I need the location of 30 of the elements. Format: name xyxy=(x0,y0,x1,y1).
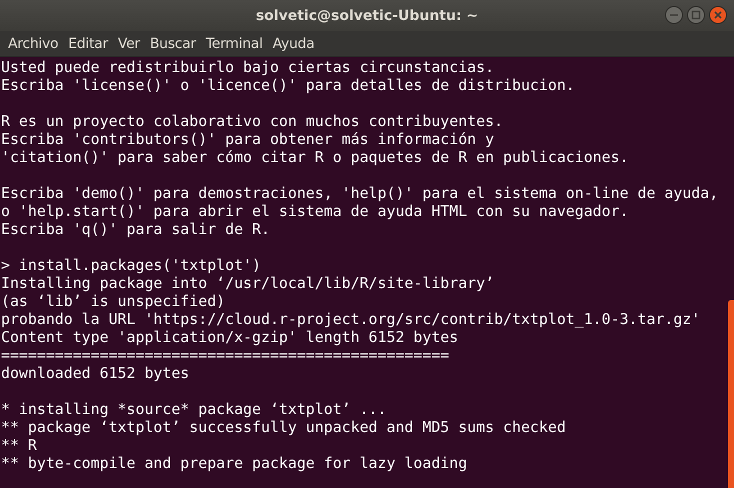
terminal-line: Escriba 'q()' para salir de R. xyxy=(1,220,271,238)
terminal-line: ** package ‘txtplot’ successfully unpacked and MD5 sums checked xyxy=(1,418,567,436)
maximize-button[interactable] xyxy=(687,6,705,24)
menu-item[interactable]: Buscar xyxy=(144,36,201,52)
terminal-line: Escriba 'contributors()' para obtener más información y xyxy=(1,130,496,148)
terminal-line: R es un proyecto colaborativo con muchos contribuyentes. xyxy=(1,112,504,130)
terminal-line: Installing package into ‘/usr/local/lib/R/site-library’ xyxy=(1,274,496,292)
menu-item[interactable]: Ver xyxy=(112,36,145,52)
minimize-button[interactable] xyxy=(665,6,683,24)
close-button[interactable] xyxy=(709,6,727,24)
terminal-line: downloaded 6152 bytes xyxy=(1,364,190,382)
menu-item[interactable]: Terminal xyxy=(200,36,268,52)
terminal-line: Usted puede redistribuirlo bajo ciertas circunstancias. xyxy=(1,58,496,76)
terminal-line: ** R xyxy=(1,436,38,454)
menu-item[interactable]: Ayuda xyxy=(268,36,320,52)
terminal-line: Escriba 'demo()' para demostraciones, 'help()' para el sistema on-line de ayuda, xyxy=(1,184,720,202)
terminal-line: 'citation()' para saber cómo citar R o paquetes de R en publicaciones. xyxy=(1,148,630,166)
terminal-line: ================================================== xyxy=(1,346,450,364)
menu-item[interactable]: Editar xyxy=(63,36,113,52)
terminal-line: probando la URL 'https://cloud.r-project.org/src/contrib/txtplot_1.0-3.tar.gz' xyxy=(1,310,702,328)
terminal-line: > install.packages('txtplot') xyxy=(1,256,262,274)
terminal-line: Escriba 'license()' o 'licence()' para detalles de distribucion. xyxy=(1,76,576,94)
menu-item[interactable]: Archivo xyxy=(3,36,64,52)
terminal-line: o 'help.start()' para abrir el sistema de ayuda HTML con su navegador. xyxy=(1,202,630,220)
window-title: solvetic@solvetic-Ubuntu: ~ xyxy=(256,8,478,24)
terminal-line: ** byte-compile and prepare package for lazy loading xyxy=(1,454,468,472)
terminal-line: (as ‘lib’ is unspecified) xyxy=(1,292,226,310)
terminal-line: * installing *source* package ‘txtplot’ ... xyxy=(1,400,388,418)
scrollbar-thumb[interactable] xyxy=(728,300,734,488)
terminal-line: Content type 'application/x-gzip' length 6152 bytes xyxy=(1,328,460,346)
